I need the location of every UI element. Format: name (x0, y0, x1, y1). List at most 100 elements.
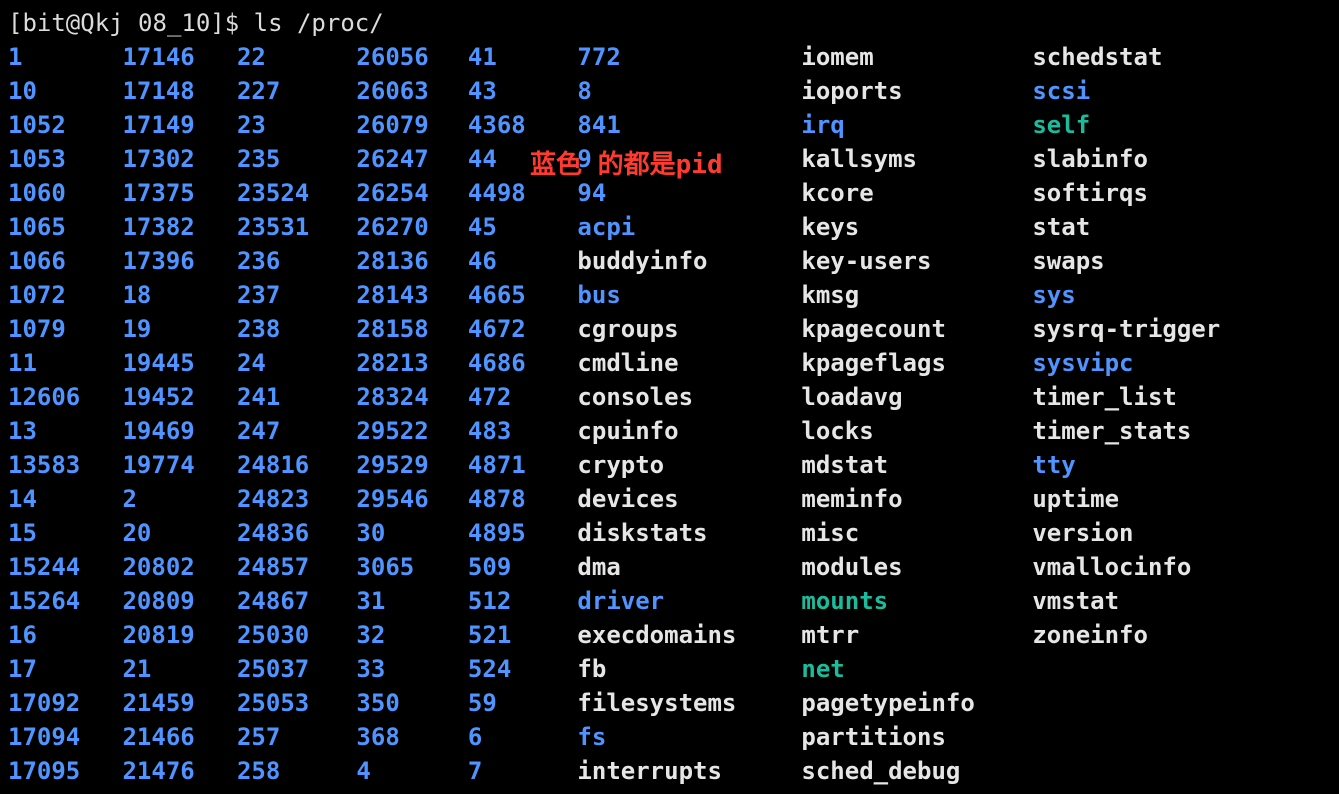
ls-entry: iomem (801, 40, 1032, 74)
ls-entry: 509 (468, 550, 578, 584)
ls-entry: 1060 (8, 176, 122, 210)
ls-entry: 24836 (237, 516, 356, 550)
ls-entry: vmstat (1032, 584, 1331, 618)
ls-entry: 21466 (122, 720, 236, 754)
ls-entry: 7 (468, 754, 578, 788)
ls-column: 4143436844449845464665467246864724834871… (468, 40, 578, 788)
ls-entry: 17148 (122, 74, 236, 108)
ls-entry: 30 (356, 516, 468, 550)
ls-column: schedstatscsiselfslabinfosoftirqsstatswa… (1032, 40, 1331, 652)
ls-entry: 1065 (8, 210, 122, 244)
ls-entry: 257 (237, 720, 356, 754)
ls-entry: 1072 (8, 278, 122, 312)
ls-entry: 17095 (8, 754, 122, 788)
ls-entry: 24867 (237, 584, 356, 618)
ls-entry: 26254 (356, 176, 468, 210)
ls-entry: modules (801, 550, 1032, 584)
ls-column: 1101052105310601065106610721079111260613… (8, 40, 122, 788)
ls-entry: 258 (237, 754, 356, 788)
ls-entry: consoles (577, 380, 801, 414)
ls-entry: 22 (237, 40, 356, 74)
ls-entry: timer_list (1032, 380, 1331, 414)
ls-entry: acpi (577, 210, 801, 244)
ls-entry: 15 (8, 516, 122, 550)
ls-entry: 17092 (8, 686, 122, 720)
ls-entry: mdstat (801, 448, 1032, 482)
ls-entry: zoneinfo (1032, 618, 1331, 652)
ls-entry: 26270 (356, 210, 468, 244)
ls-entry: 6 (468, 720, 578, 754)
ls-entry: cpuinfo (577, 414, 801, 448)
ls-entry: meminfo (801, 482, 1032, 516)
ls-entry: 20802 (122, 550, 236, 584)
ls-entry: 237 (237, 278, 356, 312)
ls-entry: 512 (468, 584, 578, 618)
ls-entry: swaps (1032, 244, 1331, 278)
ls-entry: 8 (577, 74, 801, 108)
ls-entry: 28213 (356, 346, 468, 380)
ls-entry: 19469 (122, 414, 236, 448)
ls-entry: 235 (237, 142, 356, 176)
ls-entry: 24857 (237, 550, 356, 584)
ls-entry: version (1032, 516, 1331, 550)
terminal-window[interactable]: [bit@Qkj 08_10]$ ls /proc/ 1101052105310… (0, 0, 1339, 794)
ls-entry: 4871 (468, 448, 578, 482)
ls-entry: kmsg (801, 278, 1032, 312)
ls-entry: 472 (468, 380, 578, 414)
ls-entry: 4878 (468, 482, 578, 516)
ls-entry: 4665 (468, 278, 578, 312)
ls-entry: 241 (237, 380, 356, 414)
ls-entry: 15244 (8, 550, 122, 584)
ls-output: 1101052105310601065106610721079111260613… (8, 40, 1331, 788)
ls-column: iomemioportsirqkallsymskcorekeyskey-user… (801, 40, 1032, 788)
ls-entry: 1053 (8, 142, 122, 176)
ls-entry: 17146 (122, 40, 236, 74)
ls-entry: 238 (237, 312, 356, 346)
ls-entry: 13 (8, 414, 122, 448)
ls-entry: buddyinfo (577, 244, 801, 278)
ls-entry: 4498 (468, 176, 578, 210)
ls-entry: 26247 (356, 142, 468, 176)
ls-entry: 19 (122, 312, 236, 346)
ls-entry: sysrq-trigger (1032, 312, 1331, 346)
ls-entry: 368 (356, 720, 468, 754)
ls-entry: 772 (577, 40, 801, 74)
ls-entry: 20819 (122, 618, 236, 652)
ls-entry: 4368 (468, 108, 578, 142)
ls-entry: 17302 (122, 142, 236, 176)
ls-entry: filesystems (577, 686, 801, 720)
ls-entry: 18 (122, 278, 236, 312)
ls-entry: 94 (577, 176, 801, 210)
ls-entry: 13583 (8, 448, 122, 482)
ls-column: 1714617148171491730217375173821739618191… (122, 40, 236, 788)
ls-entry: 1079 (8, 312, 122, 346)
ls-entry: 227 (237, 74, 356, 108)
ls-entry: 28136 (356, 244, 468, 278)
ls-entry: net (801, 652, 1032, 686)
ls-entry: stat (1032, 210, 1331, 244)
ls-entry: 29546 (356, 482, 468, 516)
ls-entry: driver (577, 584, 801, 618)
ls-entry: kpagecount (801, 312, 1032, 346)
ls-entry: execdomains (577, 618, 801, 652)
ls-entry: 20 (122, 516, 236, 550)
ls-entry: kpageflags (801, 346, 1032, 380)
ls-entry: 521 (468, 618, 578, 652)
ls-entry: 28143 (356, 278, 468, 312)
ls-entry: 17 (8, 652, 122, 686)
ls-entry: 17149 (122, 108, 236, 142)
ls-entry: 46 (468, 244, 578, 278)
ls-entry: irq (801, 108, 1032, 142)
ls-entry: 4686 (468, 346, 578, 380)
ls-entry: 1 (8, 40, 122, 74)
ls-entry: 15264 (8, 584, 122, 618)
ls-entry: devices (577, 482, 801, 516)
ls-column: 2222723235235242353123623723824241247248… (237, 40, 356, 788)
ls-entry: 12606 (8, 380, 122, 414)
ls-entry: 24 (237, 346, 356, 380)
ls-entry: 247 (237, 414, 356, 448)
ls-entry: 1052 (8, 108, 122, 142)
ls-entry: slabinfo (1032, 142, 1331, 176)
ls-entry: 31 (356, 584, 468, 618)
ls-entry: 19774 (122, 448, 236, 482)
